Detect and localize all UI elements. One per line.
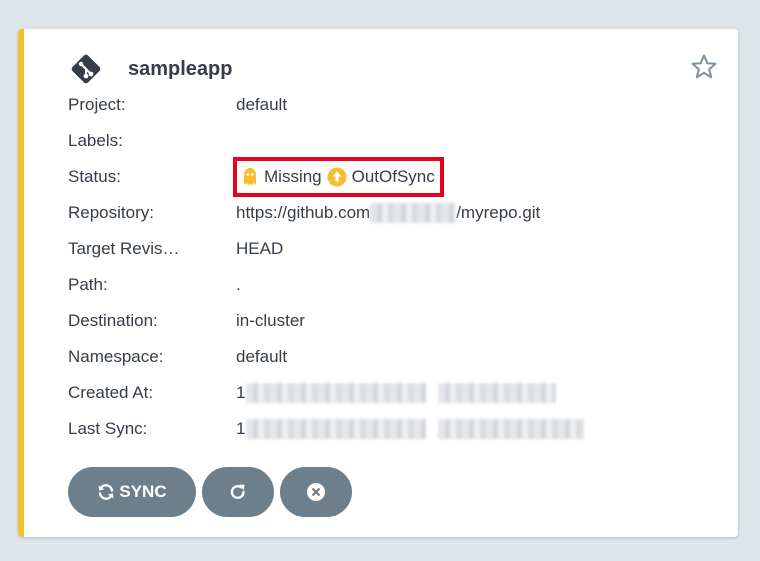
last-sync-value: 1 <box>236 419 585 439</box>
row-path: Path: . <box>68 267 584 303</box>
labels-label: Labels: <box>68 131 123 150</box>
repository-url-prefix: https://github.com <box>236 203 371 222</box>
sync-button-label: SYNC <box>119 482 167 501</box>
sync-button[interactable]: SYNC <box>68 467 196 517</box>
redacted-text <box>246 383 427 403</box>
row-namespace: Namespace: default <box>68 339 584 375</box>
path-label: Path: <box>68 275 108 294</box>
application-card[interactable]: sampleapp Project: default Labels: Statu… <box>18 29 738 537</box>
row-status: Status: Missing OutOfSync <box>68 157 584 197</box>
created-at-prefix: 1 <box>236 383 246 402</box>
row-repository: Repository: https://github.com /myrepo.g… <box>68 195 584 231</box>
project-label: Project: <box>68 95 126 114</box>
app-header: sampleapp <box>68 51 232 87</box>
target-revision-value: HEAD <box>236 239 284 258</box>
row-labels: Labels: <box>68 123 584 159</box>
refresh-button[interactable] <box>202 467 274 517</box>
last-sync-label: Last Sync: <box>68 419 148 438</box>
namespace-value: default <box>236 347 288 366</box>
redacted-text <box>246 419 427 439</box>
status-highlight-box: Missing OutOfSync <box>233 157 444 197</box>
action-buttons: SYNC <box>68 467 358 517</box>
redo-icon <box>230 484 245 499</box>
target-revision-label: Target Revis… <box>68 239 180 258</box>
row-last-sync: Last Sync: 1 <box>68 411 585 447</box>
health-status-text: Missing <box>264 167 322 186</box>
repository-value[interactable]: https://github.com /myrepo.git <box>236 203 540 223</box>
app-details: Project: default Labels: Status: Missing <box>68 87 585 447</box>
arrow-up-circle-icon <box>327 167 347 187</box>
path-value: . <box>236 275 241 294</box>
row-created-at: Created At: 1 <box>68 375 584 411</box>
git-icon <box>71 54 101 84</box>
redacted-text <box>438 383 557 403</box>
namespace-label: Namespace: <box>68 347 164 366</box>
last-sync-prefix: 1 <box>236 419 246 438</box>
redacted-text <box>370 203 457 223</box>
destination-value: in-cluster <box>236 311 305 330</box>
destination-label: Destination: <box>68 311 158 330</box>
created-at-label: Created At: <box>68 383 154 402</box>
star-outline-icon[interactable] <box>690 53 718 81</box>
sync-icon <box>98 484 114 500</box>
row-target-revision: Target Revis… HEAD <box>68 231 584 267</box>
status-label: Status: <box>68 167 121 186</box>
delete-button[interactable] <box>280 467 352 517</box>
sync-status-text: OutOfSync <box>351 167 435 186</box>
repository-label: Repository: <box>68 203 154 222</box>
project-value: default <box>236 95 288 114</box>
row-destination: Destination: in-cluster <box>68 303 584 339</box>
row-project: Project: default <box>68 87 584 123</box>
status-stripe <box>18 29 24 537</box>
ghost-icon <box>244 168 256 186</box>
repository-url-suffix: /myrepo.git <box>456 203 541 222</box>
times-circle-icon <box>307 483 325 501</box>
redacted-text <box>438 419 585 439</box>
app-title[interactable]: sampleapp <box>128 58 232 81</box>
created-at-value: 1 <box>236 383 557 403</box>
